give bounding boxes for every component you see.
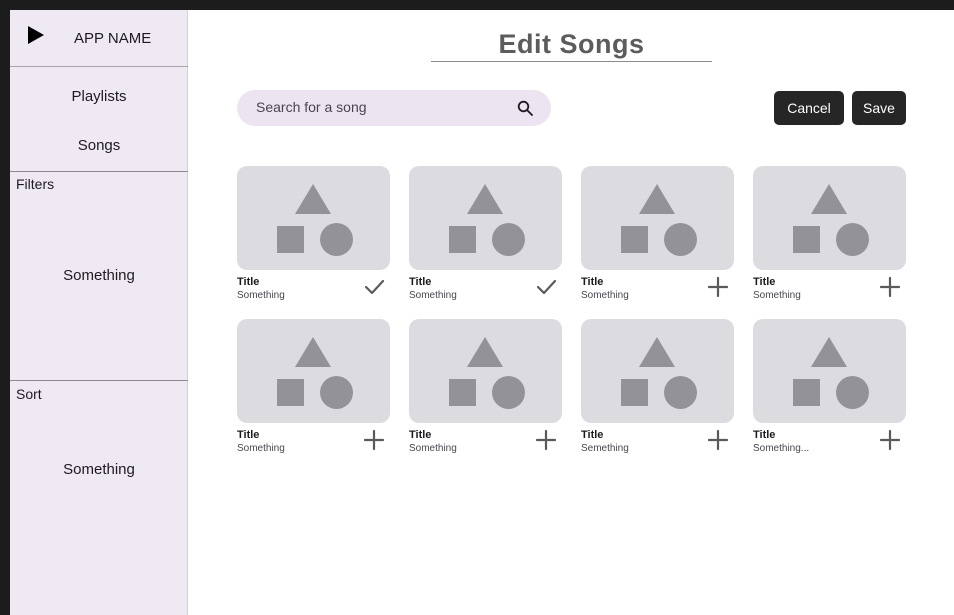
add-icon[interactable] [707,276,729,298]
search-input[interactable] [256,99,496,115]
triangle-shape [295,184,331,214]
square-shape [277,379,304,406]
song-title: Title [237,276,260,288]
sort-label: Sort [16,386,42,402]
song-card[interactable]: Title Something [409,166,562,316]
circle-shape [320,376,353,409]
song-thumbnail [753,319,906,423]
square-shape [621,226,648,253]
app-window: APP NAME Playlists Songs Filters Somethi… [10,10,954,615]
title-underline [431,61,712,62]
square-shape [449,379,476,406]
add-icon[interactable] [879,429,901,451]
song-card[interactable]: Title Something [581,166,734,316]
song-title: Title [581,276,604,288]
divider [10,380,188,381]
triangle-shape [467,337,503,367]
add-icon[interactable] [707,429,729,451]
triangle-shape [639,337,675,367]
song-card[interactable]: Title Something [753,166,906,316]
square-shape [793,379,820,406]
song-subtitle: Something [409,290,457,301]
circle-shape [664,376,697,409]
sort-value[interactable]: Something [10,461,188,478]
song-thumbnail [409,319,562,423]
song-title: Title [409,276,432,288]
sidebar: APP NAME Playlists Songs Filters Somethi… [10,10,188,615]
song-subtitle: Something [753,290,801,301]
check-icon[interactable] [535,276,557,298]
song-card[interactable]: Title Something [237,319,390,469]
song-card[interactable]: Title Semething [581,319,734,469]
circle-shape [836,223,869,256]
page-title: Edit Songs [498,29,645,59]
triangle-shape [811,184,847,214]
song-card[interactable]: Title Something [409,319,562,469]
song-card[interactable]: Title Something [237,166,390,316]
cancel-button[interactable]: Cancel [774,91,844,125]
check-icon[interactable] [363,276,385,298]
triangle-shape [295,337,331,367]
triangle-shape [467,184,503,214]
filters-label: Filters [16,176,55,192]
save-button[interactable]: Save [852,91,906,125]
song-title: Title [753,429,776,441]
triangle-shape [811,337,847,367]
search-bar[interactable] [237,90,551,126]
add-icon[interactable] [535,429,557,451]
song-title: Title [581,429,604,441]
song-subtitle: Something [581,290,629,301]
song-subtitle: Something... [753,443,810,454]
song-subtitle: Semething [581,443,629,454]
song-thumbnail [237,319,390,423]
sidebar-item-playlists[interactable]: Playlists [10,88,188,105]
app-header: APP NAME [10,10,188,67]
app-name: APP NAME [74,30,152,47]
filters-value[interactable]: Something [10,267,188,284]
song-thumbnail [581,166,734,270]
song-title: Title [753,276,776,288]
circle-shape [836,376,869,409]
song-card[interactable]: Title Something... [753,319,906,469]
divider [10,171,188,172]
search-icon[interactable] [517,100,533,116]
play-icon[interactable] [28,26,44,44]
song-title: Title [409,429,432,441]
song-thumbnail [753,166,906,270]
song-thumbnail [237,166,390,270]
add-icon[interactable] [363,429,385,451]
square-shape [793,226,820,253]
add-icon[interactable] [879,276,901,298]
sidebar-item-songs[interactable]: Songs [10,137,188,154]
song-title: Title [237,429,260,441]
circle-shape [492,223,525,256]
triangle-shape [639,184,675,214]
square-shape [277,226,304,253]
song-subtitle: Something [409,443,457,454]
circle-shape [320,223,353,256]
song-thumbnail [581,319,734,423]
circle-shape [492,376,525,409]
square-shape [449,226,476,253]
song-thumbnail [409,166,562,270]
song-subtitle: Something [237,443,285,454]
circle-shape [664,223,697,256]
song-subtitle: Something [237,290,285,301]
square-shape [621,379,648,406]
